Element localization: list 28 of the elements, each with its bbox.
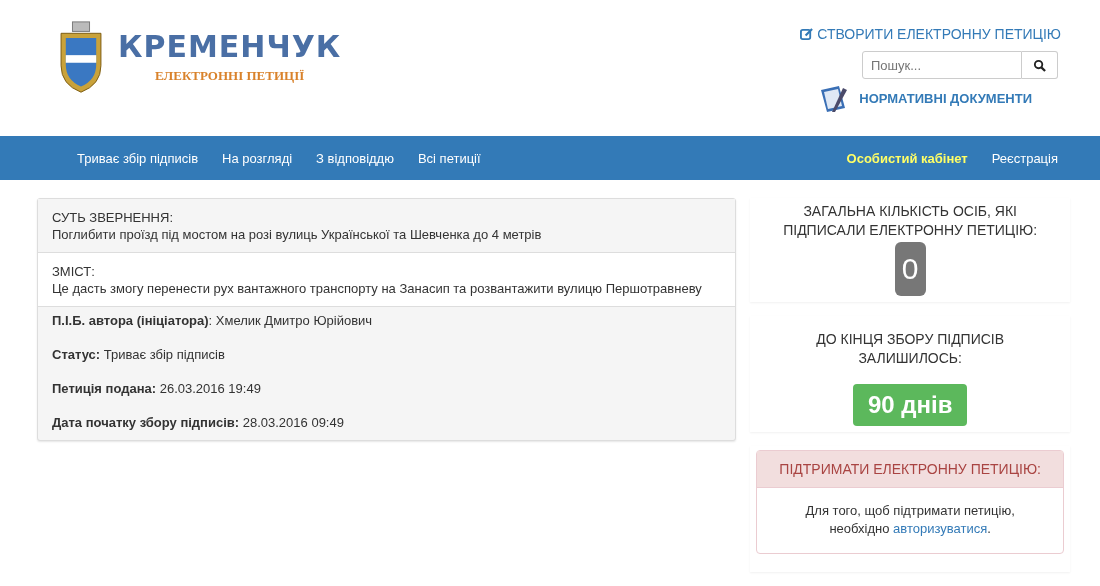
section-heading: СУТЬ ЗВЕРНЕННЯ: (52, 210, 174, 225)
edit-icon (800, 27, 814, 41)
support-title: ПІДТРИМАТИ ЕЛЕКТРОННУ ПЕТИЦІЮ: (779, 461, 1041, 477)
nav-link[interactable]: Особистий кабінет (834, 150, 980, 166)
search-button[interactable] (1022, 51, 1058, 79)
logo-title: КРЕМЕНЧУК (118, 32, 342, 62)
search-field[interactable]: Пошук... (862, 51, 1022, 79)
section-heading: ЗМІСТ: (52, 264, 96, 279)
support-text: Для того, щоб підтримати петицію, необхідно авторизуватися. (804, 502, 1016, 538)
search-icon (1033, 58, 1046, 72)
nav-link[interactable]: На розгляді (210, 150, 305, 166)
nav-link[interactable]: Реєстрація (979, 150, 1070, 166)
create-petition-link[interactable]: СТВОРИТИ ЕЛЕКТРОННУ ПЕТИЦІЮ (800, 26, 1061, 42)
detail-line: Статус: Триває збір підписів (52, 347, 226, 362)
signatures-label: ЗАГАЛЬНА КІЛЬКІСТЬ ОСІБ, ЯКІ ПІДПИСАЛИ ЕЛЕКТРОННУ ПЕТИЦІЮ: (782, 202, 1039, 240)
nav-link[interactable]: З відповіддю (304, 150, 406, 166)
documents-link[interactable]: НОРМАТИВНІ ДОКУМЕНТИ (859, 90, 1032, 106)
detail-line: П.І.Б. автора (ініціатора): Хмелик Дмитро Юрійович (52, 313, 374, 328)
signature-count: 0 (894, 242, 926, 296)
section-text: Це дасть змогу перенести рух вантажного транспорту на Занасип та розвантажити вулицю Першотравневу (52, 281, 703, 296)
remaining-label: ДО КІНЦЯ ЗБОРУ ПІДПИСІВ ЗАЛИШИЛОСЬ: (815, 330, 1006, 368)
logo-subtitle: ЕЛЕКТРОННІ ПЕТИЦІЇ (155, 68, 305, 84)
nav-link[interactable]: Триває збір підписів (65, 150, 211, 166)
section-text: Поглибити проїзд під мостом на розі вулиць Української та Шевченка до 4 метрів (52, 227, 543, 242)
detail-line: Дата початку збору підписів: 28.03.2016 09:49 (52, 415, 345, 430)
detail-line: Петиція подана: 26.03.2016 19:49 (52, 381, 262, 396)
nav-link[interactable]: Всі петиції (405, 150, 493, 166)
days-remaining: 90 днів (852, 384, 968, 426)
